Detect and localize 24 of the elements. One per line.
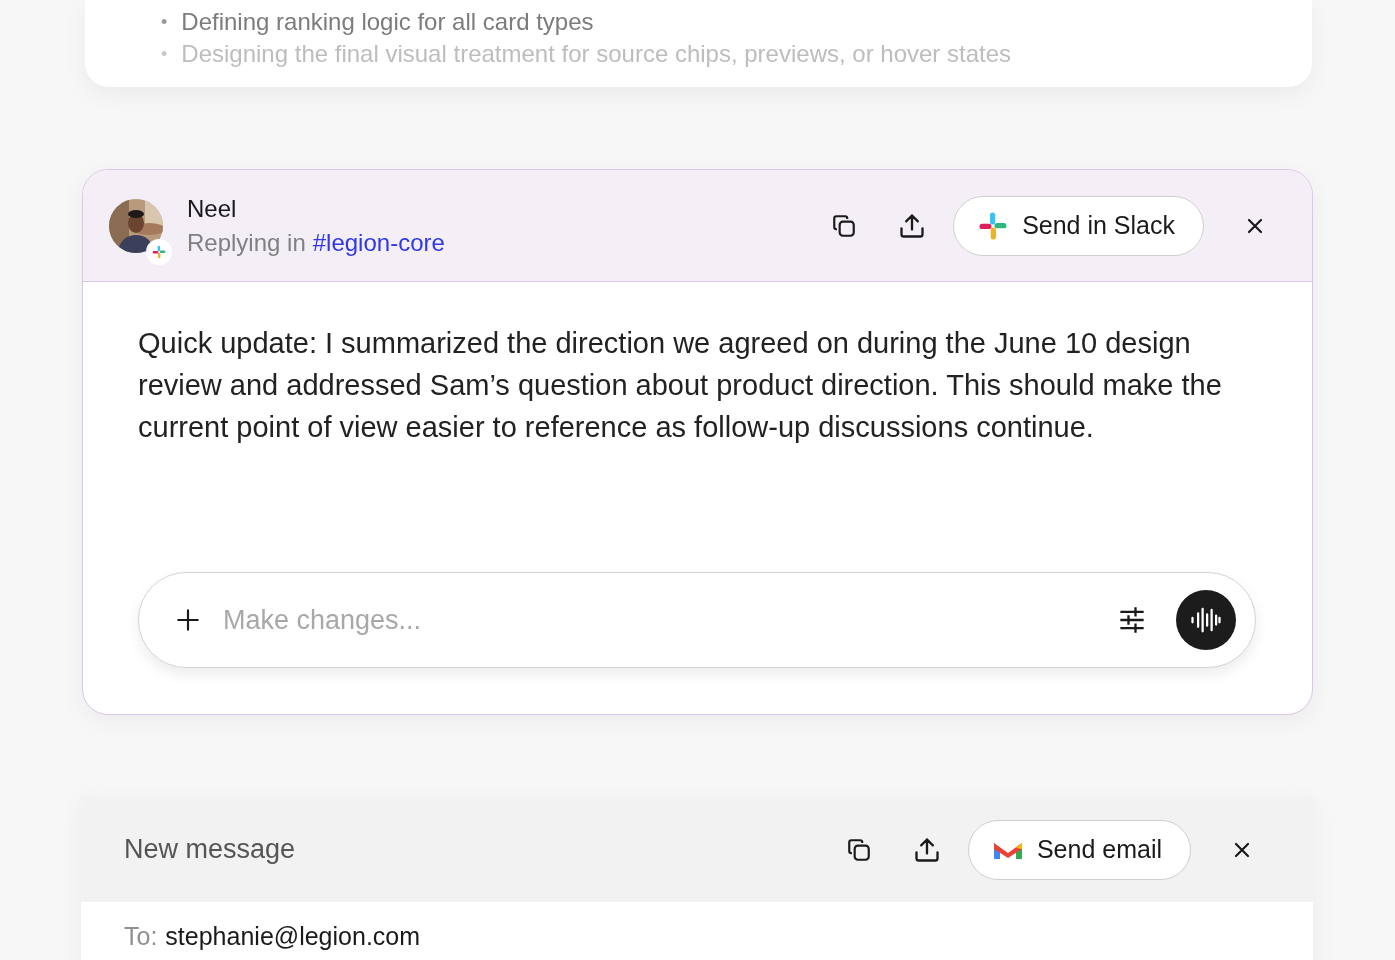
bullet-marker: •	[161, 11, 168, 34]
to-label: To:	[124, 922, 158, 951]
plus-icon	[175, 607, 201, 633]
message-body: Quick update: I summarized the direction we agreed on during the June 10 design review and addressed Sam’s question about product direction. This should make the current point of view easier to reference as follow-up discussions continue.	[138, 326, 1223, 445]
bullet-marker: •	[161, 43, 168, 66]
recipient-field[interactable]: stephanie@legion.com	[165, 922, 421, 951]
upload-icon	[898, 211, 927, 240]
copy-icon	[845, 836, 872, 863]
upload-icon	[912, 835, 941, 864]
composer-field[interactable]: Make changes...	[138, 572, 1256, 668]
send-in-slack-button[interactable]: Send in Slack	[953, 195, 1204, 256]
slack-badge-icon	[146, 238, 172, 265]
bullet-item: Designing the final visual treatment for source chips, previews, or hover states	[181, 39, 1012, 69]
email-title: New message	[124, 834, 296, 865]
slack-icon	[978, 210, 1009, 241]
copy-icon	[831, 212, 858, 239]
input-field[interactable]: Make changes...	[221, 603, 1098, 637]
sliders-icon	[1118, 606, 1146, 634]
reply-context: Replying in	[187, 228, 306, 257]
voice-button[interactable]	[1176, 590, 1236, 650]
sender-name: Neel	[187, 194, 238, 223]
send-email-button[interactable]: Send email	[967, 819, 1191, 880]
channel-link[interactable]: #legion-core	[312, 228, 445, 257]
bullet-item: Defining ranking logic for all card types	[181, 7, 594, 37]
